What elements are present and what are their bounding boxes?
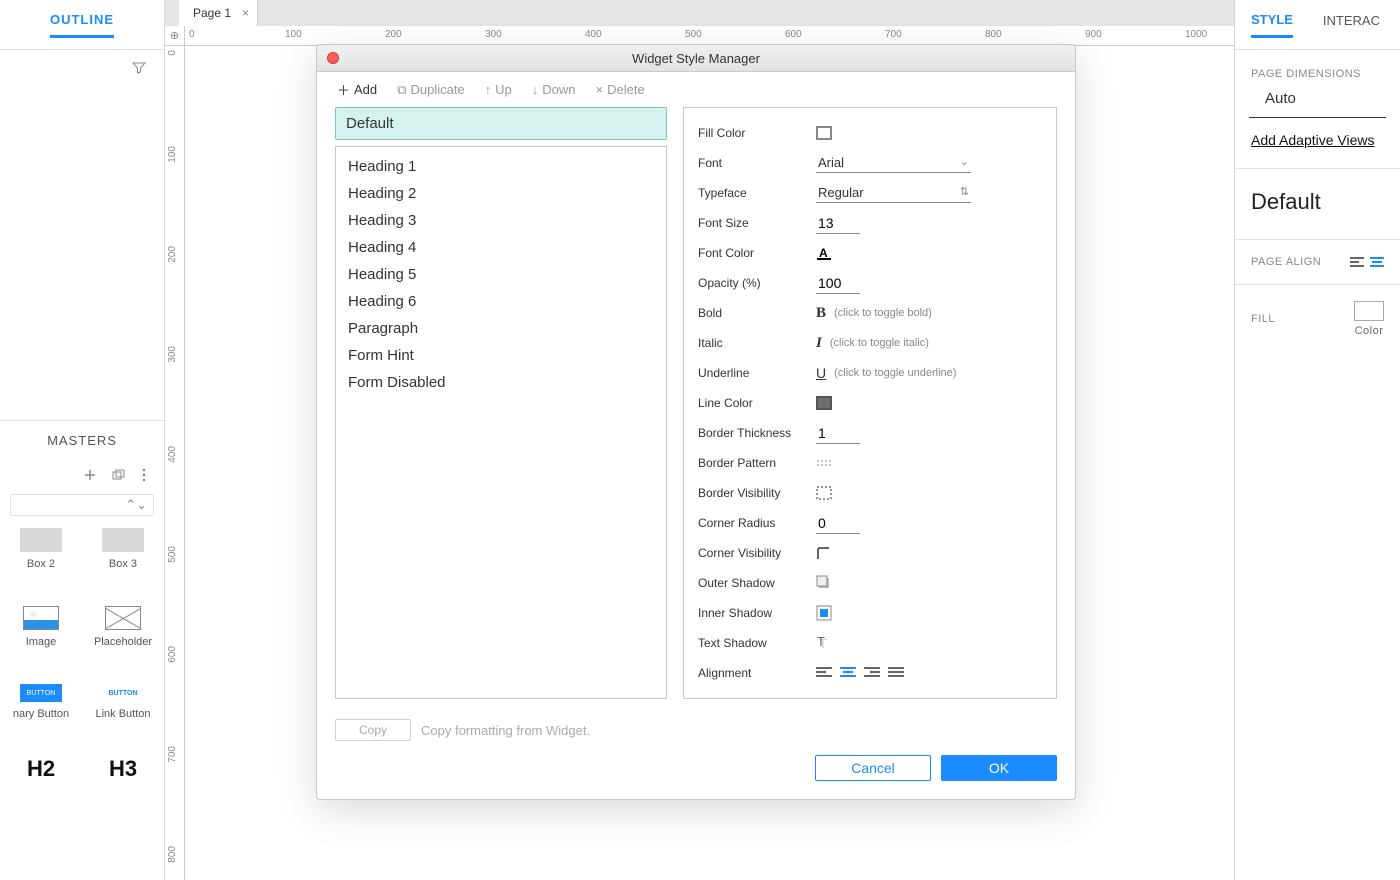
plus-icon: ＋ [337, 80, 350, 99]
svg-text:A: A [819, 246, 828, 260]
italic-hint: (click to toggle italic) [830, 337, 929, 349]
corner-radius-label: Corner Radius [698, 516, 816, 530]
cancel-button[interactable]: Cancel [815, 755, 931, 781]
line-color-swatch[interactable] [816, 396, 832, 410]
line-color-label: Line Color [698, 396, 816, 410]
border-pattern-label: Border Pattern [698, 456, 816, 470]
italic-label: Italic [698, 336, 816, 350]
font-label: Font [698, 156, 816, 170]
typeface-select[interactable]: Regular⇅ [816, 183, 971, 203]
dialog-titlebar[interactable]: Widget Style Manager [317, 45, 1075, 72]
modal-backdrop: Widget Style Manager ＋Add ⧉Duplicate ↑Up… [0, 0, 1400, 880]
style-selected[interactable]: Default [335, 107, 667, 140]
chevron-down-icon: ⌄ [960, 155, 969, 168]
align-right-icon[interactable] [864, 667, 880, 679]
style-item[interactable]: Heading 3 [336, 207, 666, 234]
dialog-toolbar: ＋Add ⧉Duplicate ↑Up ↓Down ×Delete [317, 72, 1075, 107]
down-button[interactable]: ↓Down [532, 82, 576, 97]
fill-color-swatch[interactable] [816, 126, 832, 140]
text-shadow-label: Text Shadow [698, 636, 816, 650]
corner-visibility-label: Corner Visibility [698, 546, 816, 560]
up-button[interactable]: ↑Up [485, 82, 512, 97]
close-icon[interactable] [327, 52, 339, 64]
bold-hint: (click to toggle bold) [834, 307, 932, 319]
align-left-icon[interactable] [816, 667, 832, 679]
bold-icon[interactable]: B [816, 305, 826, 322]
border-thickness-input[interactable] [816, 423, 860, 444]
properties-panel: Fill Color FontArial⌄ TypefaceRegular⇅ F… [683, 107, 1057, 699]
duplicate-icon: ⧉ [397, 82, 406, 98]
duplicate-button[interactable]: ⧉Duplicate [397, 82, 465, 98]
ok-button[interactable]: OK [941, 755, 1057, 781]
opacity-label: Opacity (%) [698, 276, 816, 290]
align-center-icon[interactable] [840, 667, 856, 679]
svg-text:T: T [817, 635, 825, 649]
style-item[interactable]: Paragraph [336, 315, 666, 342]
underline-icon[interactable]: U [816, 365, 826, 381]
widget-style-manager-dialog: Widget Style Manager ＋Add ⧉Duplicate ↑Up… [316, 44, 1076, 800]
copy-hint: Copy formatting from Widget. [421, 723, 590, 738]
style-item[interactable]: Heading 2 [336, 180, 666, 207]
style-item[interactable]: Heading 6 [336, 288, 666, 315]
italic-icon[interactable]: I [816, 335, 822, 352]
inner-shadow-icon[interactable] [816, 605, 832, 621]
add-button[interactable]: ＋Add [337, 80, 377, 99]
border-visibility-icon[interactable] [816, 486, 832, 500]
border-visibility-label: Border Visibility [698, 486, 816, 500]
font-size-input[interactable] [816, 213, 860, 234]
font-color-icon[interactable]: A [816, 245, 832, 261]
opacity-input[interactable] [816, 273, 860, 294]
font-color-label: Font Color [698, 246, 816, 260]
align-justify-icon[interactable] [888, 667, 904, 679]
outer-shadow-icon[interactable] [816, 575, 832, 591]
dialog-title: Widget Style Manager [632, 51, 760, 66]
bold-label: Bold [698, 306, 816, 320]
font-size-label: Font Size [698, 216, 816, 230]
corner-visibility-icon[interactable] [816, 546, 831, 561]
text-shadow-icon[interactable]: TT [816, 635, 832, 651]
style-item[interactable]: Heading 5 [336, 261, 666, 288]
style-item[interactable]: Form Hint [336, 342, 666, 369]
underline-hint: (click to toggle underline) [834, 367, 956, 379]
delete-button[interactable]: ×Delete [596, 82, 645, 97]
typeface-label: Typeface [698, 186, 816, 200]
arrow-down-icon: ↓ [532, 82, 539, 97]
copy-button[interactable]: Copy [335, 719, 411, 741]
style-list: Heading 1 Heading 2 Heading 3 Heading 4 … [335, 146, 667, 699]
inner-shadow-label: Inner Shadow [698, 606, 816, 620]
corner-radius-input[interactable] [816, 513, 860, 534]
font-select[interactable]: Arial⌄ [816, 153, 971, 173]
border-thickness-label: Border Thickness [698, 426, 816, 440]
arrow-up-icon: ↑ [485, 82, 492, 97]
style-item[interactable]: Heading 4 [336, 234, 666, 261]
underline-label: Underline [698, 366, 816, 380]
outer-shadow-label: Outer Shadow [698, 576, 816, 590]
x-icon: × [596, 82, 604, 97]
border-pattern-icon[interactable] [816, 458, 834, 468]
chevron-updown-icon: ⇅ [960, 185, 969, 198]
fill-color-label: Fill Color [698, 126, 816, 140]
style-item[interactable]: Form Disabled [336, 369, 666, 396]
alignment-label: Alignment [698, 666, 816, 680]
style-item[interactable]: Heading 1 [336, 153, 666, 180]
